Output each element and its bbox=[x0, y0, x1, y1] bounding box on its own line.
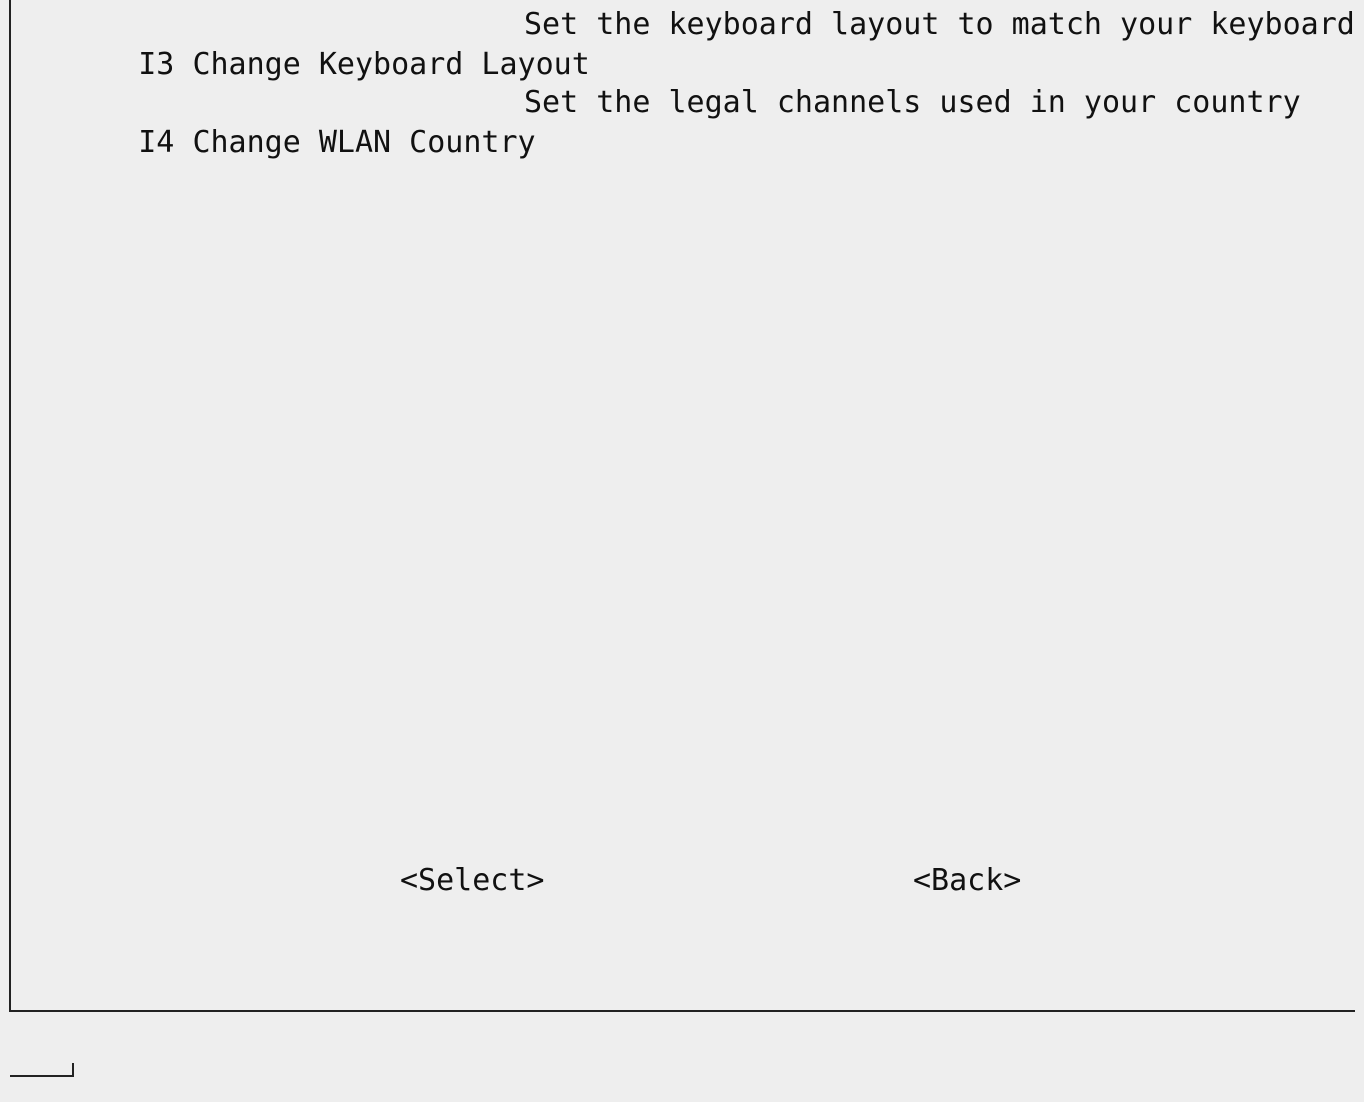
dialog-bottom-border bbox=[9, 1010, 1355, 1012]
dialog-shadow-bottom bbox=[10, 1075, 74, 1077]
menu-item-description: Set the keyboard layout to match your ke… bbox=[524, 7, 1355, 42]
dialog-left-border bbox=[9, 0, 11, 1012]
menu-item-label: Change Keyboard Layout bbox=[192, 47, 590, 82]
back-button[interactable]: <Back> bbox=[913, 861, 1021, 901]
menu-item-label: Change WLAN Country bbox=[192, 125, 536, 160]
menu-item-i4[interactable]: I4 Change WLAN Country Set the legal chan… bbox=[66, 83, 1300, 160]
dialog-shadow-corner bbox=[72, 1063, 74, 1077]
menu-item-description: Set the legal channels used in your coun… bbox=[524, 85, 1301, 120]
terminal-dialog: I3 Change Keyboard Layout Set the keyboar… bbox=[0, 0, 1364, 1102]
menu-item-key: I4 bbox=[138, 125, 175, 160]
menu-item-key: I3 bbox=[138, 47, 175, 82]
select-button[interactable]: <Select> bbox=[400, 861, 545, 901]
menu-item-i3[interactable]: I3 Change Keyboard Layout Set the keyboar… bbox=[66, 5, 1355, 82]
